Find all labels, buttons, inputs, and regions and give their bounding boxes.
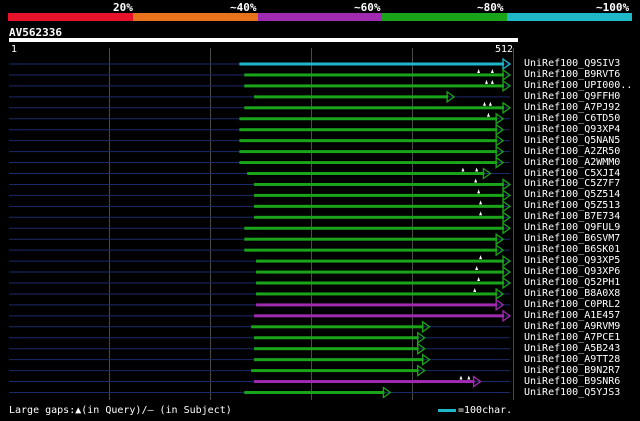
hit-label[interactable]: UniRef100_A2ZR50 [524,146,620,157]
query-gap-marker-icon [490,79,494,84]
hit-bar[interactable] [239,139,498,143]
query-gap-marker-icon [477,189,481,194]
hit-label[interactable]: UniRef100_A2WMM0 [524,157,620,168]
hit-bar[interactable] [254,182,504,186]
hit-label[interactable]: UniRef100_A9RVM9 [524,321,620,332]
query-gap-marker-icon [461,167,465,172]
hit-label[interactable]: UniRef100_Q93XP6 [524,266,620,277]
large-gaps-legend: Large gaps:▲(in Query)/– (in Subject) [9,405,232,416]
hit-bar[interactable] [239,128,498,132]
query-gap-marker-icon [479,255,483,260]
hit-bar[interactable] [254,380,475,384]
hit-label[interactable]: UniRef100_Q5NAN5 [524,135,620,146]
hit-bar[interactable] [244,84,504,88]
hit-label[interactable]: UniRef100_Q5Z514 [524,189,620,200]
hit-bar[interactable] [256,259,504,263]
hit-label[interactable]: UniRef100_UPI000.. [524,80,632,91]
hit-bar[interactable] [254,358,424,362]
hit-bar[interactable] [239,150,498,154]
hit-bar[interactable] [256,292,498,296]
hit-bar[interactable] [244,237,498,241]
query-gap-marker-icon [490,68,494,73]
query-gap-marker-icon [467,375,471,380]
scale-label: =100char. [458,405,513,416]
hit-bar[interactable] [256,281,504,285]
query-gap-marker-icon [479,211,483,216]
scale-legend: =100char. [438,405,512,416]
query-gap-marker-icon [479,200,483,205]
hit-label[interactable]: UniRef100_Q9FUL9 [524,222,620,233]
hit-bar[interactable] [239,117,498,121]
hit-bar[interactable] [254,215,504,219]
hit-label[interactable]: UniRef100_Q93XP4 [524,124,620,135]
hit-label[interactable]: UniRef100_A1E457 [524,310,620,321]
hit-bar[interactable] [254,193,504,197]
hit-bar[interactable] [239,62,504,66]
hit-label[interactable]: UniRef100_Q9FFH0 [524,91,620,102]
hit-label[interactable]: UniRef100_A9TT28 [524,354,620,365]
hit-label[interactable]: UniRef100_B9N2R7 [524,365,620,376]
hit-bar[interactable] [251,325,424,329]
hit-label[interactable]: UniRef100_C0PRL2 [524,299,620,310]
query-gap-marker-icon [477,277,481,281]
query-gap-marker-icon [475,167,479,172]
hit-bar[interactable] [244,391,385,394]
hit-label[interactable]: UniRef100_B8A0X8 [524,288,620,299]
hit-label[interactable]: UniRef100_B9SNR6 [524,376,620,387]
query-gap-marker-icon [475,266,479,271]
hit-label[interactable]: UniRef100_C5Z7F7 [524,178,620,189]
hit-bar[interactable] [247,172,485,175]
hit-bar[interactable] [244,73,504,77]
hit-bar[interactable] [244,248,498,252]
query-gap-marker-icon [459,375,463,380]
hit-label[interactable]: UniRef100_C6TD50 [524,113,620,124]
hit-label[interactable]: UniRef100_C5XJI4 [524,168,620,179]
hit-label[interactable]: UniRef100_B6SK01 [524,244,620,255]
query-gap-marker-icon [483,101,487,106]
hit-label[interactable]: UniRef100_Q93XP5 [524,255,620,266]
query-gap-marker-icon [484,79,488,84]
hit-label[interactable]: UniRef100_Q5Z513 [524,200,620,211]
scale-swatch [438,409,456,412]
query-gap-marker-icon [477,68,481,73]
hit-label[interactable]: UniRef100_A7PJ92 [524,102,620,113]
hit-bar[interactable] [256,303,498,307]
query-gap-marker-icon [488,101,492,106]
hit-bar[interactable] [254,204,504,208]
hit-bar[interactable] [254,314,504,318]
hit-bar[interactable] [254,336,419,340]
hit-label[interactable]: UniRef100_B6SVM7 [524,233,620,244]
hit-label[interactable]: UniRef100_A7PCE1 [524,332,620,343]
hit-bar[interactable] [256,270,504,274]
hit-label[interactable]: UniRef100_Q5YJS3 [524,387,620,398]
hit-bar[interactable] [244,106,504,110]
query-gap-marker-icon [473,287,477,292]
hit-bar[interactable] [239,161,498,165]
query-gap-marker-icon [474,178,478,183]
hit-label[interactable]: UniRef100_Q9SIV3 [524,58,620,69]
hit-label[interactable]: UniRef100_B9RVT6 [524,69,620,80]
hit-label[interactable]: UniRef100_A5B243 [524,343,620,354]
hit-bar[interactable] [254,95,449,99]
query-gap-marker-icon [486,112,490,117]
hit-bar[interactable] [254,347,419,351]
hit-bar[interactable] [251,369,419,373]
hit-bar[interactable] [244,226,504,230]
hit-label[interactable]: UniRef100_Q52PH1 [524,277,620,288]
hit-label[interactable]: UniRef100_B7E734 [524,211,620,222]
